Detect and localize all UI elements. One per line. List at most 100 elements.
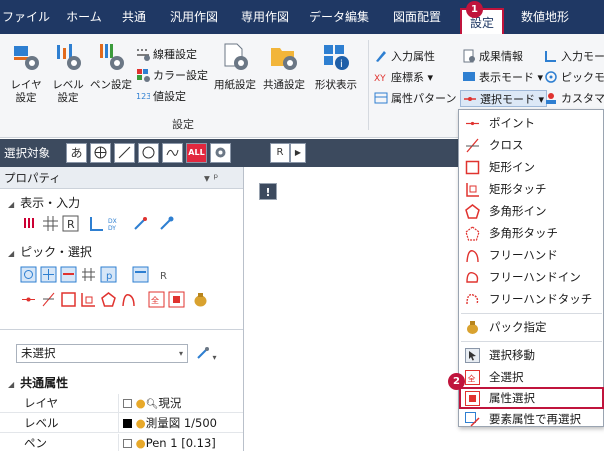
level-settings-button[interactable]: レベル 設定 [48, 42, 88, 105]
menu-item-point[interactable]: ポイント [459, 112, 604, 134]
select-rect-touch-icon[interactable] [80, 291, 97, 308]
canvas-alert-marker[interactable]: ! [259, 183, 277, 200]
r-mode-next-button[interactable]: ▶ [290, 143, 306, 163]
curve-icon [166, 149, 179, 156]
coordinate-system-button[interactable]: XY 座標系 ▾ [374, 69, 433, 86]
section-common-attributes[interactable]: ◢ 共通属性 [8, 374, 68, 391]
panel-menu-icon[interactable]: ▾ ᵖ [204, 167, 218, 189]
svg-text:DX: DX [108, 218, 117, 225]
menu-item-freehand-touch[interactable]: フリーハンドタッチ [459, 288, 604, 310]
property-row-level[interactable]: レベル ●測量図 1/500 [0, 414, 243, 433]
menu-separator [461, 341, 602, 342]
r-mode-button[interactable]: R [270, 143, 290, 163]
select-all-icon[interactable]: 全 [148, 291, 165, 308]
pick-bar-icon[interactable] [132, 266, 149, 283]
pick-rp-icon[interactable]: R [158, 266, 175, 283]
menu-home[interactable]: ホーム [60, 0, 108, 34]
text-target-button[interactable]: あ [66, 143, 87, 163]
attribute-pattern-button[interactable]: 属性パターン [374, 90, 456, 107]
input-mode-button[interactable]: 入力モー [544, 48, 604, 65]
color-settings-button[interactable]: カラー設定 [136, 67, 208, 84]
display-mode-button[interactable]: 表示モード ▾ [462, 69, 543, 86]
pick-hash-icon[interactable] [80, 266, 97, 283]
shape-display-button[interactable]: i 形状表示 [310, 42, 362, 92]
pick-mode-button[interactable]: ピックモー [544, 69, 604, 86]
input-attribute-icon [376, 51, 386, 62]
menu-drawing-layout[interactable]: 図面配置 [384, 0, 450, 34]
menu-file[interactable]: ファイル [0, 0, 52, 34]
property-row-layer[interactable]: レイヤ ●🔍︎現況 [0, 394, 243, 414]
paper-settings-button[interactable]: 用紙設定 [212, 42, 258, 92]
section-display-label: 表示・入力 [20, 196, 81, 210]
layer-settings-button[interactable]: レイヤ 設定 [6, 42, 46, 105]
select-attribute-icon[interactable] [168, 291, 185, 308]
menu-item-rect-in[interactable]: 矩形イン [459, 156, 604, 178]
curve-target-button[interactable] [162, 143, 183, 163]
common-settings-button[interactable]: 共通設定 [260, 42, 308, 92]
search-icon: 🔍︎ [145, 399, 159, 410]
select-rect-in-icon[interactable] [60, 291, 77, 308]
snap-icon[interactable] [88, 215, 105, 232]
menu-separator [461, 313, 602, 314]
menu-common[interactable]: 共通 [114, 0, 154, 34]
value-settings-button[interactable]: 123 値設定 [136, 88, 186, 105]
input-attribute-button[interactable]: 入力属性 [374, 48, 435, 65]
menu-item-pack[interactable]: パック指定 [459, 316, 604, 338]
section-display-input[interactable]: ◢ 表示・入力 [8, 194, 80, 211]
menu-item-freehand-in[interactable]: フリーハンドイン [459, 266, 604, 288]
pick-point-icon[interactable] [20, 266, 37, 283]
menu-item-select-move[interactable]: 選択移動 [459, 344, 604, 366]
menu-item-polygon-in[interactable]: 多角形イン [459, 200, 604, 222]
dots-grid-icon[interactable] [22, 215, 39, 232]
menu-data-edit[interactable]: データ編集 [302, 0, 376, 34]
circle-target-button[interactable] [138, 143, 159, 163]
pack-bag-icon[interactable] [192, 291, 209, 308]
display-mode-arrow: ▾ [534, 71, 544, 84]
selection-settings-button[interactable] [210, 143, 231, 163]
pick-end-icon[interactable] [60, 266, 77, 283]
menu-item-attribute-select[interactable]: 属性選択 [459, 387, 604, 409]
selection-dropdown[interactable]: 未選択 ▾ [16, 344, 188, 363]
property-row-pen[interactable]: ペン ●Pen 1 [0.13] [0, 434, 243, 451]
line-target-button[interactable] [114, 143, 135, 163]
pick-cross-icon[interactable] [40, 266, 57, 283]
input-mode-icon [545, 51, 556, 62]
coordinate-system-label: 座標系 [391, 71, 424, 84]
menu-item-reselect-by-attribute[interactable]: 要素属性で再選択 [459, 408, 604, 430]
menu-item-freehand[interactable]: フリーハンド [459, 244, 604, 266]
menu-general-drawing[interactable]: 汎用作図 [162, 0, 226, 34]
menu-special-drawing[interactable]: 専用作図 [234, 0, 296, 34]
select-cross-icon[interactable] [40, 291, 57, 308]
menu-item-rect-touch[interactable]: 矩形タッチ [459, 178, 604, 200]
property-key: レイヤ [24, 396, 59, 410]
section-pick-select[interactable]: ◢ ピック・選択 [8, 243, 92, 260]
select-polygon-icon[interactable] [100, 291, 117, 308]
reselect-icon [465, 412, 480, 427]
properties-tool-button[interactable]: ▾ [196, 346, 226, 362]
select-freehand-icon[interactable] [120, 291, 137, 308]
menu-numeric-terrain[interactable]: 数値地形 [510, 0, 580, 34]
r-box-icon[interactable]: R [62, 215, 79, 232]
magic-wand-icon[interactable] [132, 215, 149, 232]
dx-dy-icon[interactable]: DXDY [106, 215, 123, 232]
drawing-canvas[interactable]: ! [245, 167, 465, 451]
grid-icon[interactable] [42, 215, 59, 232]
result-info-button[interactable]: 成果情報 [462, 48, 523, 65]
menu-item-cross[interactable]: クロス [459, 134, 604, 156]
eyedropper-icon[interactable] [158, 215, 175, 232]
common-attributes-label: 共通属性 [20, 376, 69, 390]
level-gear-icon [57, 44, 81, 70]
svg-text:p: p [106, 271, 112, 282]
customize-button[interactable]: カスタマイ [544, 90, 604, 107]
menu-item-select-all[interactable]: 全 全選択 [459, 366, 604, 388]
pen-settings-button[interactable]: ペン設定 [90, 42, 132, 92]
select-mode-button[interactable]: 選択モード ▾ [460, 90, 548, 107]
menu-item-polygon-touch[interactable]: 多角形タッチ [459, 222, 604, 244]
attribute-pattern-label: 属性パターン [391, 92, 457, 105]
select-point-icon[interactable] [20, 291, 37, 308]
all-target-button[interactable]: ALL [186, 143, 207, 163]
symbol-target-button[interactable] [90, 143, 111, 163]
pick-p-icon[interactable]: p [100, 266, 117, 283]
line-type-settings-button[interactable]: 線種設定 [136, 46, 197, 63]
menu-item-label: 多角形タッチ [489, 226, 558, 240]
